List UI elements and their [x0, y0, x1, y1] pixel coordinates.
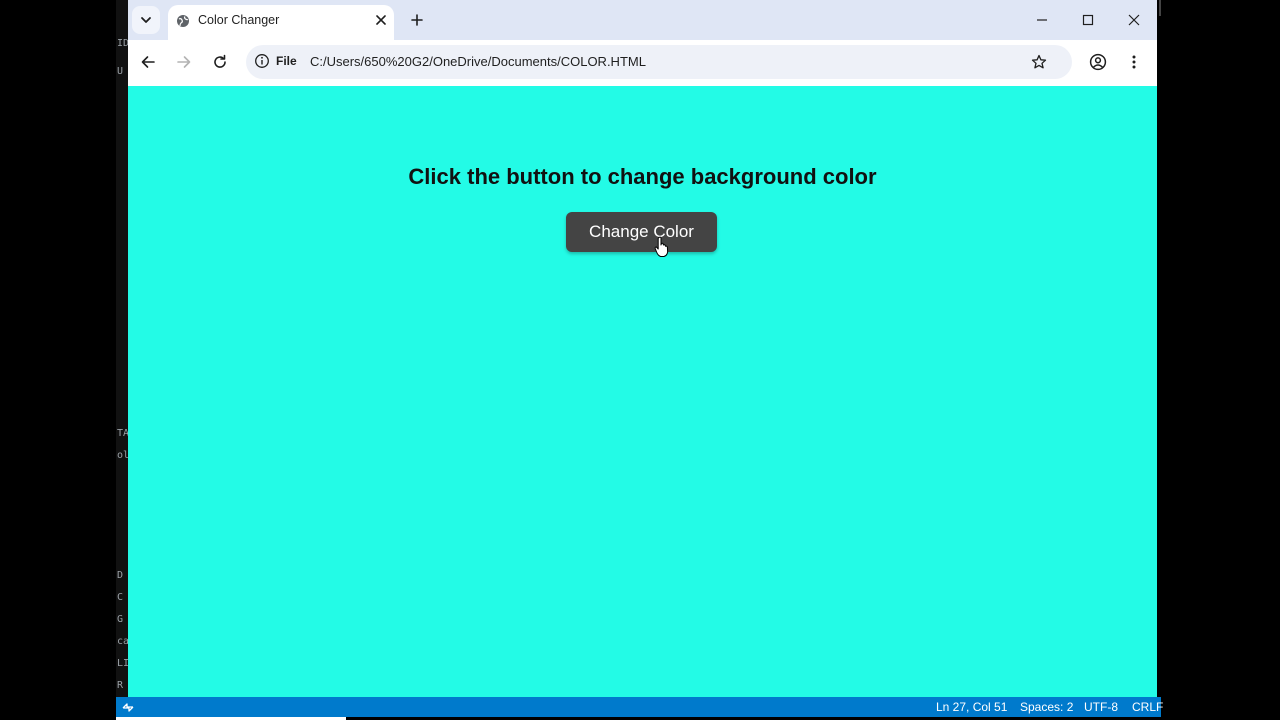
- new-tab-button[interactable]: [406, 9, 428, 31]
- address-bar[interactable]: File C:/Users/650%20G2/OneDrive/Document…: [246, 45, 1072, 79]
- minimize-icon: [1037, 19, 1047, 21]
- cursor-position[interactable]: Ln 27, Col 51: [936, 700, 1007, 714]
- editor-glyph: C: [117, 592, 124, 603]
- tab-strip: Color Changer: [128, 0, 1157, 40]
- reload-icon: [214, 54, 226, 68]
- tab-close-button[interactable]: [372, 11, 390, 29]
- bookmark-button[interactable]: [1030, 53, 1048, 71]
- browser-window: Color Changer File C:/Users/650%20G2/One…: [128, 0, 1157, 697]
- minimize-button[interactable]: [1030, 8, 1054, 32]
- profile-icon: [1089, 53, 1107, 71]
- editor-status-bar: Ln 27, Col 51 Spaces: 2 UTF-8 CRLF: [116, 697, 1163, 717]
- editor-glyph: R: [117, 680, 124, 691]
- maximize-button[interactable]: [1076, 8, 1100, 32]
- globe-icon: [177, 15, 189, 27]
- editor-glyph: TA: [117, 428, 128, 439]
- tab-search-button[interactable]: [132, 6, 160, 34]
- desktop-left-background: [0, 0, 118, 720]
- kebab-menu-icon: [1132, 55, 1136, 69]
- browser-toolbar: File C:/Users/650%20G2/OneDrive/Document…: [128, 40, 1157, 86]
- close-window-button[interactable]: [1122, 8, 1146, 32]
- encoding-setting[interactable]: UTF-8: [1084, 700, 1118, 714]
- editor-glyph: D: [117, 570, 124, 581]
- editor-glyph: LI: [117, 658, 128, 669]
- editor-glyph: ol: [117, 450, 128, 461]
- site-info-label: File: [276, 54, 297, 68]
- back-button[interactable]: [136, 50, 160, 74]
- page-heading: Click the button to change background co…: [408, 164, 877, 189]
- site-info-chip[interactable]: File: [254, 53, 297, 69]
- hand-pointer-icon: [654, 236, 669, 257]
- close-icon: [376, 15, 386, 25]
- arrow-left-icon: [141, 56, 155, 68]
- plus-icon: [411, 14, 423, 26]
- profile-button[interactable]: [1086, 50, 1110, 74]
- editor-edge: ID U TA ol D C G ca LI R: [116, 0, 128, 697]
- editor-glyph: G: [117, 614, 124, 625]
- close-icon: [1128, 14, 1140, 26]
- tab-title: Color Changer: [198, 13, 280, 27]
- line-ending-setting[interactable]: CRLF: [1132, 700, 1163, 714]
- star-icon: [1031, 54, 1047, 69]
- menu-button[interactable]: [1122, 50, 1146, 74]
- indentation-setting[interactable]: Spaces: 2: [1020, 700, 1073, 714]
- page-viewport: Click the button to change background co…: [128, 86, 1157, 697]
- maximize-icon: [1082, 14, 1094, 26]
- desktop-right-background: [1157, 0, 1280, 720]
- reload-button[interactable]: [208, 50, 232, 74]
- window-edge: [1159, 0, 1161, 16]
- tab-color-changer[interactable]: Color Changer: [168, 5, 394, 40]
- editor-glyph: U: [117, 66, 124, 77]
- info-icon: [255, 54, 269, 68]
- editor-glyph: ID: [117, 38, 128, 49]
- change-color-button[interactable]: Change Color: [566, 212, 717, 252]
- forward-button[interactable]: [172, 50, 196, 74]
- chevron-down-icon: [141, 17, 151, 23]
- remote-indicator-icon[interactable]: [120, 699, 136, 715]
- editor-glyph: ca: [117, 636, 128, 647]
- url-text[interactable]: C:/Users/650%20G2/OneDrive/Documents/COL…: [310, 54, 646, 69]
- arrow-right-icon: [177, 56, 191, 68]
